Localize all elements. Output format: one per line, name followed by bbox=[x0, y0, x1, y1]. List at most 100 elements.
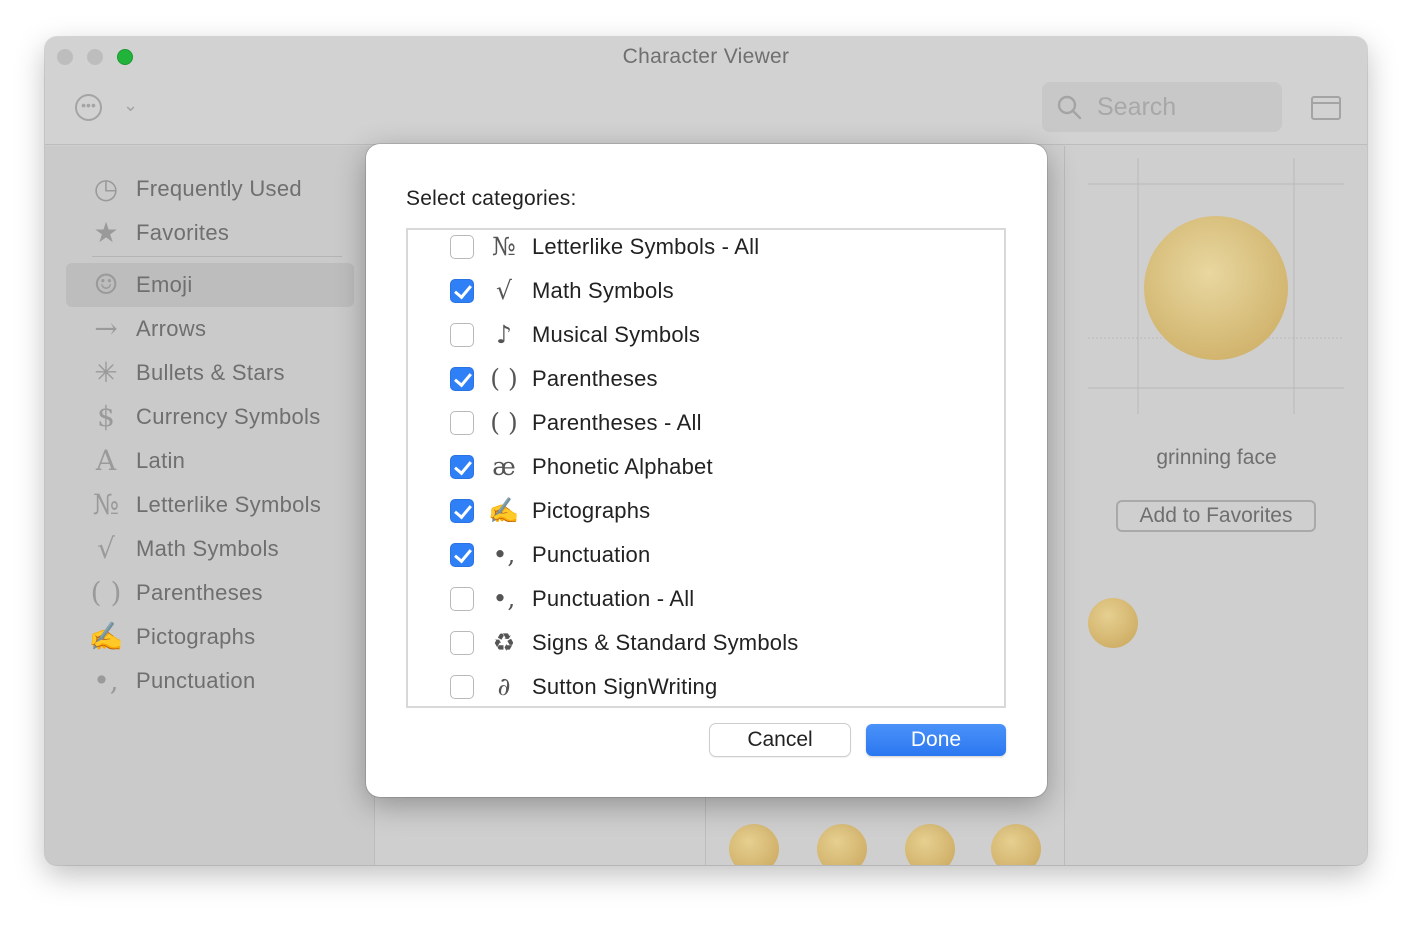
sidebar-item[interactable]: ☺ Emoji bbox=[66, 263, 354, 307]
category-label: Math Symbols bbox=[532, 278, 674, 303]
sidebar-item[interactable]: •, Punctuation bbox=[66, 659, 354, 703]
arrow-icon: → bbox=[94, 312, 118, 345]
search-icon bbox=[1057, 95, 1082, 120]
sidebar-item[interactable]: √ Math Symbols bbox=[66, 527, 354, 571]
sidebar-divider bbox=[92, 256, 342, 257]
grinning-face-emoji bbox=[1144, 216, 1288, 360]
sidebar-item[interactable]: ✳ Bullets & Stars bbox=[66, 351, 354, 395]
emoji-icon: ☺ bbox=[93, 268, 119, 301]
sidebar-item[interactable]: ★ Favorites bbox=[66, 211, 354, 255]
category-row[interactable]: № Letterlike Symbols - All bbox=[408, 230, 1004, 274]
character-preview bbox=[1088, 158, 1344, 414]
category-label: Punctuation - All bbox=[532, 586, 695, 611]
sidebar-item-label: Favorites bbox=[136, 220, 230, 245]
sidebar-item-label: Pictographs bbox=[136, 624, 256, 649]
category-row[interactable]: •, Punctuation bbox=[408, 538, 1004, 582]
category-label: Punctuation bbox=[532, 542, 651, 567]
sidebar-item-label: Bullets & Stars bbox=[136, 360, 285, 385]
parentheses-icon: ( ) bbox=[490, 364, 518, 393]
search-field[interactable]: Search bbox=[1042, 82, 1282, 132]
window-title: Character Viewer bbox=[622, 45, 790, 68]
emoji-variant[interactable] bbox=[1088, 598, 1138, 648]
category-checkbox[interactable] bbox=[450, 235, 474, 259]
sidebar-item-label: Frequently Used bbox=[136, 176, 302, 201]
sidebar-item[interactable]: ◷ Frequently Used bbox=[66, 167, 354, 211]
category-list[interactable]: № Letterlike Symbols - All √ Math Symbols ♪ M… bbox=[406, 228, 1006, 708]
category-label: Pictographs bbox=[532, 498, 651, 523]
category-row[interactable]: ♻ Signs & Standard Symbols bbox=[408, 626, 1004, 670]
cancel-button[interactable]: Cancel bbox=[710, 724, 850, 756]
writing-hand-icon: ✍ bbox=[488, 496, 520, 525]
category-row[interactable]: ( ) Parentheses - All bbox=[408, 406, 1004, 450]
punctuation-icon: •, bbox=[492, 540, 516, 569]
sidebar-item-label: Currency Symbols bbox=[136, 404, 321, 429]
recycle-icon: ♻ bbox=[492, 628, 516, 657]
category-checkbox[interactable] bbox=[450, 367, 474, 391]
sidebar-item-label: Punctuation bbox=[136, 668, 256, 693]
punctuation-icon: •, bbox=[492, 584, 516, 613]
parentheses-icon: ( ) bbox=[490, 408, 518, 437]
category-checkbox[interactable] bbox=[450, 455, 474, 479]
emoji-cell[interactable] bbox=[905, 824, 955, 865]
add-to-favorites-button[interactable]: Add to Favorites bbox=[1116, 500, 1316, 532]
category-row[interactable]: √ Math Symbols bbox=[408, 274, 1004, 318]
square-root-icon: √ bbox=[496, 276, 512, 305]
category-label: Letterlike Symbols - All bbox=[532, 234, 760, 259]
more-options-icon[interactable]: ••• bbox=[75, 94, 102, 121]
punctuation-icon: •, bbox=[93, 664, 119, 697]
sidebar-item[interactable]: ( ) Parentheses bbox=[66, 571, 354, 615]
sidebar-item[interactable]: A Latin bbox=[66, 439, 354, 483]
category-row[interactable]: ∂ Sutton SignWriting bbox=[408, 670, 1004, 706]
select-categories-dialog: Select categories: № Letterlike Symbols -… bbox=[366, 144, 1047, 797]
emoji-cell[interactable] bbox=[991, 824, 1041, 865]
category-label: Sutton SignWriting bbox=[532, 674, 718, 699]
signwriting-icon: ∂ bbox=[497, 672, 511, 701]
category-checkbox[interactable] bbox=[450, 631, 474, 655]
sidebar-item-label: Arrows bbox=[136, 316, 207, 341]
numero-icon: № bbox=[492, 232, 516, 261]
category-label: Phonetic Alphabet bbox=[532, 454, 713, 479]
category-row[interactable]: ♪ Musical Symbols bbox=[408, 318, 1004, 362]
clock-icon: ◷ bbox=[93, 172, 119, 205]
sidebar-item[interactable]: $ Currency Symbols bbox=[66, 395, 354, 439]
category-row[interactable]: ✍ Pictographs bbox=[408, 494, 1004, 538]
category-checkbox[interactable] bbox=[450, 499, 474, 523]
character-name: grinning face bbox=[1156, 446, 1277, 469]
latin-a-icon: A bbox=[95, 444, 117, 477]
category-checkbox[interactable] bbox=[450, 675, 474, 699]
category-checkbox[interactable] bbox=[450, 323, 474, 347]
category-row[interactable]: •, Punctuation - All bbox=[408, 582, 1004, 626]
sidebar-item[interactable]: → Arrows bbox=[66, 307, 354, 351]
asterisk-icon: ✳ bbox=[94, 356, 118, 389]
category-checkbox[interactable] bbox=[450, 279, 474, 303]
sidebar-item-label: Emoji bbox=[136, 272, 193, 297]
category-label: Musical Symbols bbox=[532, 322, 701, 347]
sidebar-item[interactable]: № Letterlike Symbols bbox=[66, 483, 354, 527]
sidebar-item-label: Parentheses bbox=[136, 580, 263, 605]
category-checkbox[interactable] bbox=[450, 587, 474, 611]
emoji-cell[interactable] bbox=[817, 824, 867, 865]
category-row[interactable]: æ Phonetic Alphabet bbox=[408, 450, 1004, 494]
emoji-cell[interactable] bbox=[729, 824, 779, 865]
character-preview-panel: grinning face Add to Favorites bbox=[1066, 146, 1367, 865]
sidebar-item-label: Letterlike Symbols bbox=[136, 492, 322, 517]
category-checkbox[interactable] bbox=[450, 411, 474, 435]
titlebar: Character Viewer ••• ⌄ Search bbox=[45, 37, 1367, 145]
dialog-prompt: Select categories: bbox=[406, 187, 577, 210]
search-placeholder: Search bbox=[1097, 93, 1177, 121]
done-button[interactable]: Done bbox=[866, 724, 1006, 756]
category-label: Parentheses - All bbox=[532, 410, 702, 435]
sidebar-item-label: Latin bbox=[136, 448, 186, 473]
character-palette-icon[interactable] bbox=[1311, 96, 1341, 120]
category-label: Signs & Standard Symbols bbox=[532, 630, 799, 655]
chevron-down-icon[interactable]: ⌄ bbox=[123, 95, 138, 116]
category-label: Parentheses bbox=[532, 366, 658, 391]
sidebar-item[interactable]: ✍ Pictographs bbox=[66, 615, 354, 659]
category-checkbox[interactable] bbox=[450, 543, 474, 567]
numero-icon: № bbox=[92, 488, 120, 521]
category-row[interactable]: ( ) Parentheses bbox=[408, 362, 1004, 406]
music-note-icon: ♪ bbox=[496, 320, 512, 349]
dollar-icon: $ bbox=[97, 400, 115, 433]
ae-ligature-icon: æ bbox=[492, 452, 516, 481]
star-icon: ★ bbox=[93, 216, 119, 249]
